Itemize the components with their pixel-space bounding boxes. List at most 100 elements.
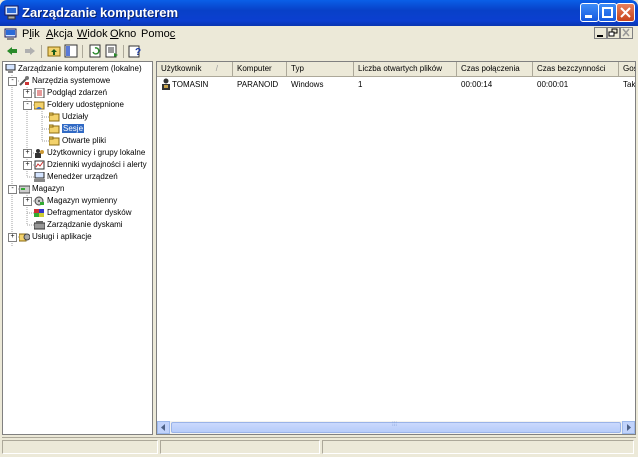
device-manager-icon — [34, 172, 45, 182]
status-segment — [160, 440, 320, 454]
svg-text:?: ? — [135, 47, 141, 58]
scroll-thumb[interactable]: ⁞⁞⁞ — [171, 422, 621, 433]
minimize-icon — [585, 15, 592, 18]
column-user[interactable]: Użytkownik / — [157, 62, 233, 76]
show-hide-tree-icon[interactable] — [64, 44, 78, 58]
maximize-button[interactable] — [598, 3, 617, 22]
tree-node-disk-defragmenter[interactable]: Defragmentator dysków — [34, 207, 131, 219]
performance-icon — [34, 160, 45, 170]
tree-expander[interactable]: + — [23, 197, 32, 206]
defrag-icon — [34, 209, 44, 217]
column-guest[interactable]: Gość — [619, 62, 635, 76]
mdi-restore-icon — [608, 28, 618, 37]
close-icon — [620, 7, 631, 18]
event-viewer-icon — [34, 88, 45, 98]
tree-node-event-viewer[interactable]: Podgląd zdarzeń — [34, 87, 107, 99]
console-tree[interactable]: Zarządzanie komputerem (lokalne) - Narzę… — [2, 61, 153, 435]
storage-icon — [19, 185, 30, 194]
cell-connection-time: 00:00:14 — [461, 80, 493, 89]
tree-node-shares[interactable]: Udziały — [49, 111, 88, 123]
status-segment — [322, 440, 634, 454]
tree-node-storage[interactable]: Magazyn — [19, 183, 64, 195]
tree-node-device-manager[interactable]: Menedżer urządzeń — [34, 171, 118, 183]
help-icon[interactable]: ? — [128, 44, 142, 58]
mdi-close-icon — [622, 28, 630, 37]
tree-node-computer-management[interactable]: Zarządzanie komputerem (lokalne) — [5, 63, 142, 75]
tree-node-services-applications[interactable]: Usługi i aplikacje — [19, 231, 92, 243]
cell-computer: PARANOID — [237, 80, 279, 89]
disk-management-icon — [34, 221, 45, 230]
forward-arrow-icon[interactable] — [23, 44, 37, 58]
computer-management-icon — [4, 5, 19, 20]
column-connection-time[interactable]: Czas połączenia — [457, 62, 533, 76]
tree-expander[interactable]: + — [8, 233, 17, 242]
toolbar-separator — [82, 45, 83, 58]
user-icon — [162, 78, 170, 90]
sessions-list[interactable]: Użytkownik / Komputer Typ Liczba otwarty… — [156, 61, 636, 435]
minimize-button[interactable] — [580, 3, 599, 22]
status-segment — [2, 440, 158, 454]
arrow-left-icon — [161, 424, 165, 431]
tree-node-open-files[interactable]: Otwarte pliki — [49, 135, 106, 147]
tree-node-shared-folders[interactable]: Foldery udostępnione — [34, 99, 124, 111]
mdi-minimize-button[interactable] — [594, 27, 607, 39]
tools-icon — [19, 76, 29, 86]
cell-idle-time: 00:00:01 — [537, 80, 569, 89]
services-icon — [19, 233, 30, 242]
tree-expander[interactable]: - — [8, 77, 17, 86]
toolbar: ? — [0, 43, 638, 60]
tree-node-system-tools[interactable]: Narzędzia systemowe — [19, 75, 110, 87]
cell-user: TOMASIN — [172, 80, 209, 89]
tree-node-sessions[interactable]: Sesje — [49, 123, 85, 135]
close-button[interactable] — [616, 3, 635, 22]
maximize-icon — [602, 7, 613, 18]
window-title: Zarządzanie komputerem — [22, 5, 179, 20]
scroll-grip: ⁞⁞⁞ — [392, 422, 398, 428]
mdi-restore-button[interactable] — [607, 27, 620, 39]
column-open-files[interactable]: Liczba otwartych plików — [354, 62, 457, 76]
tree-node-performance-logs[interactable]: Dzienniki wydajności i alerty — [34, 159, 147, 171]
app-menu-icon[interactable] — [4, 28, 17, 41]
horizontal-scrollbar[interactable]: ⁞⁞⁞ — [157, 421, 635, 434]
scroll-right-button[interactable] — [622, 421, 635, 434]
toolbar-separator — [41, 45, 42, 58]
removable-storage-icon — [34, 196, 44, 206]
menu-action[interactable]: Akcja — [46, 28, 73, 40]
tree-expander[interactable]: + — [23, 149, 32, 158]
menu-window[interactable]: Okno — [110, 28, 136, 40]
arrow-right-icon — [627, 424, 631, 431]
tree-node-local-users-groups[interactable]: Użytkownicy i grupy lokalne — [34, 147, 145, 159]
menu-help[interactable]: Pomoc — [141, 28, 175, 40]
scroll-left-button[interactable] — [157, 421, 170, 434]
sort-indicator: / — [215, 64, 218, 73]
menu-file[interactable]: Plik — [22, 28, 40, 40]
folder-icon — [49, 124, 60, 134]
tree-node-removable-storage[interactable]: Magazyn wymienny — [34, 195, 117, 207]
menu-view[interactable]: Widok — [77, 28, 108, 40]
tree-expander[interactable]: - — [8, 185, 17, 194]
column-idle-time[interactable]: Czas bezczynności — [533, 62, 619, 76]
back-arrow-icon[interactable] — [5, 44, 19, 58]
tree-expander[interactable]: - — [23, 101, 32, 110]
users-icon — [35, 149, 44, 158]
toolbar-separator — [123, 45, 124, 58]
tree-expander[interactable]: + — [23, 89, 32, 98]
cell-guest: Tak — [623, 80, 636, 89]
column-type[interactable]: Typ — [287, 62, 354, 76]
mdi-close-button[interactable] — [620, 27, 633, 39]
shared-folder-icon — [34, 101, 45, 110]
title-bar[interactable]: Zarządzanie komputerem — [0, 0, 638, 26]
export-list-icon[interactable] — [105, 44, 119, 58]
refresh-icon[interactable] — [88, 44, 102, 58]
cell-type: Windows — [291, 80, 324, 89]
list-header: Użytkownik / Komputer Typ Liczba otwarty… — [157, 62, 635, 77]
computer-icon — [5, 64, 16, 73]
tree-node-disk-management[interactable]: Zarządzanie dyskami — [34, 219, 123, 231]
column-computer[interactable]: Komputer — [233, 62, 287, 76]
up-folder-icon[interactable] — [47, 44, 61, 58]
folder-icon — [49, 136, 60, 146]
cell-open-files: 1 — [358, 80, 363, 89]
menu-bar: Plik Akcja Widok Okno Pomoc — [0, 26, 638, 43]
folder-icon — [49, 112, 60, 122]
tree-expander[interactable]: + — [23, 161, 32, 170]
